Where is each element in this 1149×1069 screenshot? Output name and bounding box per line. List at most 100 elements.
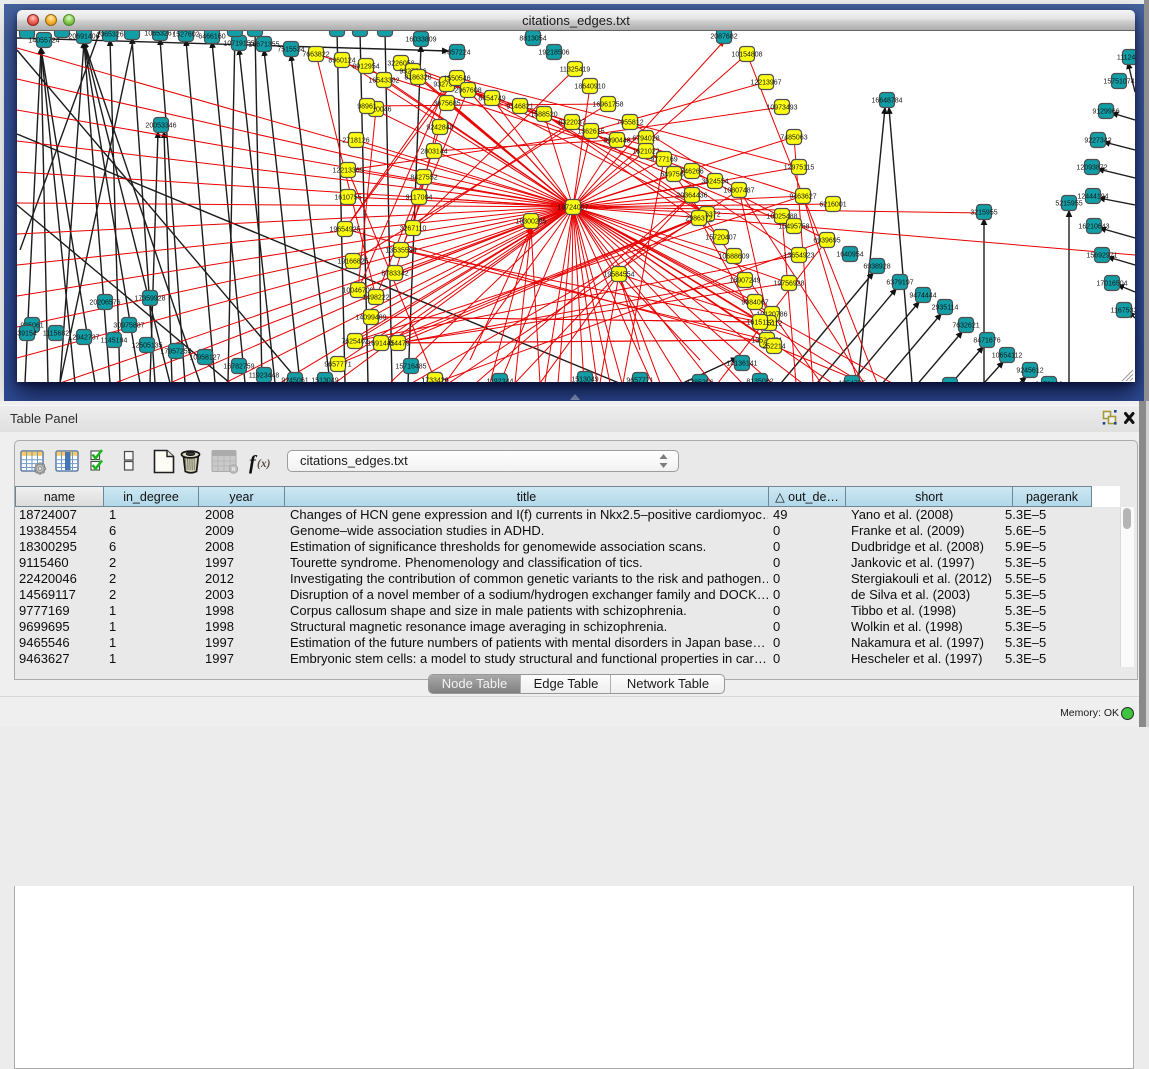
svg-text:12213369: 12213369 — [332, 168, 363, 175]
svg-text:15692971: 15692971 — [1086, 253, 1117, 260]
svg-text:6379197: 6379197 — [886, 280, 913, 287]
svg-text:3624554: 3624554 — [701, 179, 728, 186]
svg-text:1691445: 1691445 — [367, 341, 394, 348]
svg-text:1513049: 1513049 — [571, 377, 598, 383]
svg-text:8471676: 8471676 — [973, 338, 1000, 345]
svg-text:7857224: 7857224 — [443, 50, 470, 57]
svg-text:(x): (x) — [257, 458, 271, 470]
svg-text:3215955: 3215955 — [970, 210, 997, 217]
svg-text:19654925: 19654925 — [329, 227, 360, 234]
svg-text:10688609: 10688609 — [718, 254, 749, 261]
svg-text:1954755: 1954755 — [838, 381, 865, 383]
svg-text:9450122: 9450122 — [1035, 382, 1062, 383]
svg-text:16210643: 16210643 — [1078, 224, 1109, 231]
svg-text:20206576: 20206576 — [89, 300, 120, 307]
svg-text:9463627: 9463627 — [789, 194, 816, 201]
svg-text:18907249: 18907249 — [729, 278, 760, 285]
svg-text:15751074: 15751074 — [1103, 79, 1134, 86]
svg-text:9242848: 9242848 — [426, 125, 453, 132]
svg-text:7515534: 7515534 — [277, 47, 304, 54]
svg-text:1145194: 1145194 — [101, 338, 128, 345]
svg-text:1527602: 1527602 — [172, 32, 199, 39]
svg-text:8186328: 8186328 — [404, 75, 431, 82]
svg-text:9777169: 9777169 — [650, 157, 677, 164]
svg-text:19218506: 19218506 — [538, 50, 569, 57]
svg-text:1362615: 1362615 — [577, 129, 604, 136]
svg-text:17359928: 17359928 — [134, 296, 165, 303]
svg-text:2718126: 2718126 — [342, 138, 369, 145]
svg-text:7625402: 7625402 — [341, 339, 368, 346]
svg-text:8912954: 8912954 — [352, 64, 379, 71]
svg-text:9117004: 9117004 — [406, 195, 433, 202]
svg-text:9084067: 9084067 — [741, 300, 768, 307]
svg-text:7632621: 7632621 — [952, 323, 979, 330]
svg-text:19166825: 19166825 — [337, 259, 368, 266]
svg-text:14136141: 14136141 — [726, 361, 757, 368]
svg-text:12942737: 12942737 — [68, 335, 99, 342]
svg-text:12093872: 12093872 — [1076, 165, 1107, 172]
svg-text:17957255: 17957255 — [160, 349, 191, 356]
svg-text:1513049: 1513049 — [311, 378, 338, 383]
svg-text:11923448: 11923448 — [249, 373, 280, 380]
svg-text:12444194: 12444194 — [1077, 194, 1108, 201]
svg-text:16033809: 16033809 — [405, 37, 436, 44]
svg-text:9146821: 9146821 — [506, 104, 533, 111]
svg-text:16543382: 16543382 — [368, 78, 399, 85]
svg-text:1588520: 1588520 — [530, 112, 557, 119]
svg-text:2986372: 2986372 — [685, 216, 712, 223]
svg-text:9657771: 9657771 — [626, 378, 653, 383]
svg-text:2967608: 2967608 — [454, 88, 481, 95]
svg-text:9129966: 9129966 — [1092, 109, 1119, 116]
svg-text:1385206: 1385206 — [686, 380, 713, 383]
svg-text:1733426: 1733426 — [421, 378, 448, 383]
svg-text:18724007: 18724007 — [557, 205, 588, 212]
svg-text:17016504: 17016504 — [1096, 281, 1127, 288]
svg-text:252214: 252214 — [762, 344, 785, 351]
svg-text:15720407: 15720407 — [705, 235, 736, 242]
svg-text:1615112: 1615112 — [747, 320, 774, 327]
svg-text:7485063: 7485063 — [780, 135, 807, 142]
svg-text:13535594: 13535594 — [385, 248, 416, 255]
svg-text:9245612: 9245612 — [1016, 368, 1043, 375]
svg-text:12975115: 12975115 — [784, 165, 815, 172]
svg-text:20691406: 20691406 — [68, 34, 99, 41]
svg-text:8135062: 8135062 — [746, 379, 773, 383]
svg-text:20053346: 20053346 — [145, 123, 176, 130]
svg-text:7663822: 7663822 — [302, 52, 329, 59]
svg-text:5215955: 5215955 — [1055, 201, 1082, 208]
svg-text:8990448: 8990448 — [603, 138, 630, 145]
svg-text:16782759: 16782759 — [223, 364, 254, 371]
svg-text:1610755: 1610755 — [334, 195, 361, 202]
svg-text:2935114: 2935114 — [932, 305, 959, 312]
svg-text:13654923: 13654923 — [783, 253, 814, 260]
svg-text:8454749: 8454749 — [478, 96, 505, 103]
svg-text:6939695: 6939695 — [813, 238, 840, 245]
svg-text:9657771: 9657771 — [324, 362, 351, 369]
svg-text:1065326: 1065326 — [96, 32, 123, 39]
svg-text:12213967: 12213967 — [750, 80, 781, 87]
svg-text:8813054: 8813054 — [519, 36, 546, 43]
svg-text:15495758: 15495758 — [778, 224, 809, 231]
svg-text:11325419: 11325419 — [560, 67, 591, 74]
svg-text:10653267: 10653267 — [144, 31, 175, 38]
svg-text:10807487: 10807487 — [723, 188, 754, 195]
svg-text:9245061: 9245061 — [281, 378, 308, 383]
svg-text:3267110: 3267110 — [400, 226, 427, 233]
svg-text:1640954: 1640954 — [836, 252, 863, 259]
svg-text:98961: 98961 — [357, 104, 377, 111]
svg-text:30975887: 30975887 — [113, 323, 144, 330]
svg-text:20364436: 20364436 — [676, 193, 707, 200]
svg-text:15716485: 15716485 — [395, 364, 426, 371]
svg-text:16961758: 16961758 — [592, 102, 623, 109]
svg-text:1112446: 1112446 — [1117, 55, 1135, 62]
svg-text:1192344: 1192344 — [487, 379, 514, 383]
svg-text:14099489: 14099489 — [355, 315, 386, 322]
svg-text:6938928: 6938928 — [863, 264, 890, 271]
svg-text:9474444: 9474444 — [909, 293, 936, 300]
svg-text:6794028: 6794028 — [632, 136, 659, 143]
svg-text:8322037: 8322037 — [558, 120, 585, 127]
svg-text:12505135: 12505135 — [131, 343, 162, 350]
svg-text:6466160: 6466160 — [198, 34, 225, 41]
svg-text:2087682: 2087682 — [710, 34, 737, 41]
svg-text:746266: 746266 — [680, 169, 703, 176]
